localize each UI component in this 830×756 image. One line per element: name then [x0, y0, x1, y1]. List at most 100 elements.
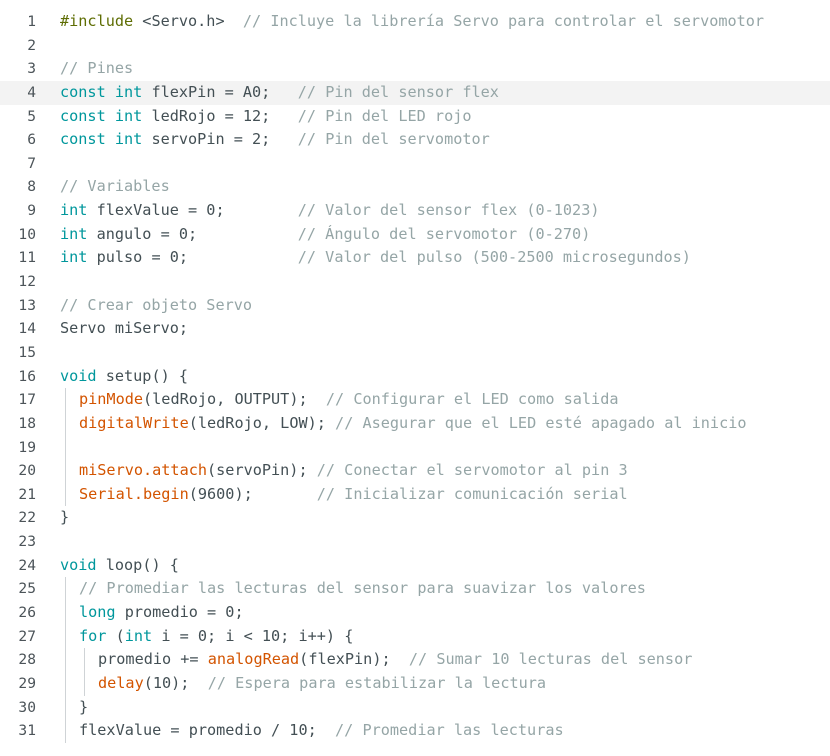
code-token: servoPin = 2;	[142, 130, 298, 149]
code-token: promedio = 0;	[115, 603, 244, 622]
code-token: // Promediar las lecturas	[335, 721, 564, 740]
code-line[interactable]: 31 flexValue = promedio / 10; // Promedia…	[0, 719, 830, 743]
code-token: angulo = 0;	[87, 224, 298, 243]
code-token: // Sumar 10 lecturas del sensor	[408, 650, 693, 669]
line-number: 31	[18, 722, 36, 740]
code-line[interactable]: 18 digitalWrite(ledRojo, LOW); // Asegura…	[0, 411, 830, 436]
code-line[interactable]: 22}	[0, 506, 830, 530]
line-number: 30	[18, 698, 36, 716]
code-line[interactable]: 14 Servo miServo;	[0, 317, 830, 341]
line-number: 2	[27, 36, 36, 54]
code-line[interactable]: 11 int pulso = 0; // Valor del pulso (500…	[0, 246, 830, 270]
code-token: (servoPin);	[207, 461, 317, 480]
code-token: (	[106, 626, 125, 645]
code-token: // Promediar las lecturas del sensor par…	[79, 579, 646, 598]
indent-guide	[65, 648, 66, 672]
code-line[interactable]: 4 const int flexPin = A0; // Pin del sens…	[0, 80, 830, 105]
line-number: 23	[18, 533, 36, 551]
code-line[interactable]: 8 // Variables	[0, 175, 830, 199]
code-token: int	[60, 248, 88, 267]
code-token: (ledRojo, OUTPUT);	[143, 390, 326, 409]
line-number: 19	[18, 438, 36, 456]
code-token: (10);	[143, 673, 208, 692]
code-text: const int ledRojo = 12; // Pin del LED r…	[60, 105, 472, 129]
indent-guide	[65, 624, 66, 649]
line-number: 3	[27, 60, 36, 78]
code-editor[interactable]: 1 #include <Servo.h> // Incluye la librer…	[0, 10, 830, 743]
code-token: analogRead	[207, 650, 300, 669]
line-number: 26	[18, 604, 36, 622]
code-token: void	[60, 366, 97, 385]
code-line[interactable]: 19	[0, 435, 830, 460]
code-token: // Ángulo del servomotor (0-270)	[297, 224, 591, 243]
indent-guide	[65, 459, 66, 483]
code-token: int	[124, 626, 153, 645]
code-line[interactable]: 26 long promedio = 0;	[0, 601, 830, 625]
code-line[interactable]: 10 int angulo = 0; // Ángulo del servomot…	[0, 223, 830, 247]
code-token: // Espera para estabilizar la lectura	[207, 673, 547, 692]
code-line[interactable]: 30}	[0, 695, 830, 720]
code-text: // Promediar las lecturas del sensor par…	[79, 577, 646, 601]
code-line[interactable]: 17 pinMode(ledRojo, OUTPUT); // Configura…	[0, 388, 830, 412]
code-line[interactable]: 28 promedio += analogRead(flexPin); // Su…	[0, 648, 830, 672]
code-line[interactable]: 24 void loop() {	[0, 554, 830, 578]
code-token: flexValue = 0;	[87, 201, 298, 220]
code-text: // Pines	[60, 57, 133, 81]
line-number: 29	[18, 674, 36, 692]
code-line[interactable]: 6 const int servoPin = 2; // Pin del serv…	[0, 128, 830, 152]
line-number: 1	[27, 13, 36, 30]
indent-guide	[65, 482, 66, 507]
line-number: 20	[18, 462, 36, 480]
code-token: pinMode	[79, 390, 144, 409]
code-text: miServo.attach(servoPin); // Conectar el…	[79, 459, 628, 483]
code-line[interactable]: 21 Serial.begin(9600); // Inicializar com…	[0, 482, 830, 507]
code-line[interactable]: 20 miServo.attach(servoPin); // Conectar …	[0, 459, 830, 483]
code-text: #include <Servo.h> // Incluye la librerí…	[60, 10, 764, 34]
code-token: // Pin del servomotor	[297, 130, 490, 149]
code-line[interactable]: 12	[0, 270, 830, 294]
code-line[interactable]: 7	[0, 152, 830, 176]
code-line[interactable]: 25 // Promediar las lecturas del sensor p…	[0, 577, 830, 602]
code-token: setup	[105, 366, 152, 385]
code-token: flexValue = promedio / 10;	[79, 721, 336, 740]
code-line[interactable]: 3 // Pines	[0, 57, 830, 81]
code-token: pulso = 0;	[87, 248, 298, 267]
code-line[interactable]: 15	[0, 341, 830, 365]
code-text: long promedio = 0;	[79, 601, 244, 625]
code-token: int	[60, 224, 88, 243]
code-token: delay	[98, 673, 144, 692]
code-line[interactable]: 29 delay(10); // Espera para estabilizar …	[0, 671, 830, 696]
line-number: 24	[18, 556, 36, 574]
code-token: promedio +=	[98, 650, 208, 669]
code-token: // Pin del sensor flex	[297, 82, 499, 101]
code-token: flexPin = A0;	[142, 82, 298, 101]
code-text: for (int i = 0; i < 10; i++) {	[79, 625, 353, 649]
code-line[interactable]: 23	[0, 530, 830, 554]
code-text: delay(10); // Espera para estabilizar la…	[98, 672, 546, 696]
line-number: 21	[18, 485, 36, 503]
code-line[interactable]: 9 int flexValue = 0; // Valor del sensor …	[0, 199, 830, 223]
code-text: pinMode(ledRojo, OUTPUT); // Configurar …	[79, 388, 619, 412]
code-token: // Valor del sensor flex (0-1023)	[297, 201, 600, 220]
code-line[interactable]: 16 void setup() {	[0, 365, 830, 389]
line-number: 18	[18, 414, 36, 432]
code-token: // Crear objeto Servo	[60, 295, 253, 314]
code-text: flexValue = promedio / 10; // Promediar …	[79, 719, 564, 743]
code-line[interactable]: 5 const int ledRojo = 12; // Pin del LED …	[0, 105, 830, 129]
code-line[interactable]: 27 for (int i = 0; i < 10; i++) {	[0, 624, 830, 649]
line-number: 17	[18, 391, 36, 409]
code-token: int	[60, 201, 88, 220]
code-line[interactable]: 1 #include <Servo.h> // Incluye la librer…	[0, 10, 830, 34]
code-line[interactable]: 2	[0, 34, 830, 58]
code-line[interactable]: 13 // Crear objeto Servo	[0, 294, 830, 318]
indent-guide	[65, 719, 66, 743]
code-text: const int flexPin = A0; // Pin del senso…	[60, 81, 499, 105]
line-number: 22	[18, 509, 36, 527]
code-text: const int servoPin = 2; // Pin del servo…	[60, 128, 490, 152]
code-token: }	[79, 697, 89, 716]
code-token: const	[60, 130, 106, 149]
code-token: const	[60, 106, 106, 125]
